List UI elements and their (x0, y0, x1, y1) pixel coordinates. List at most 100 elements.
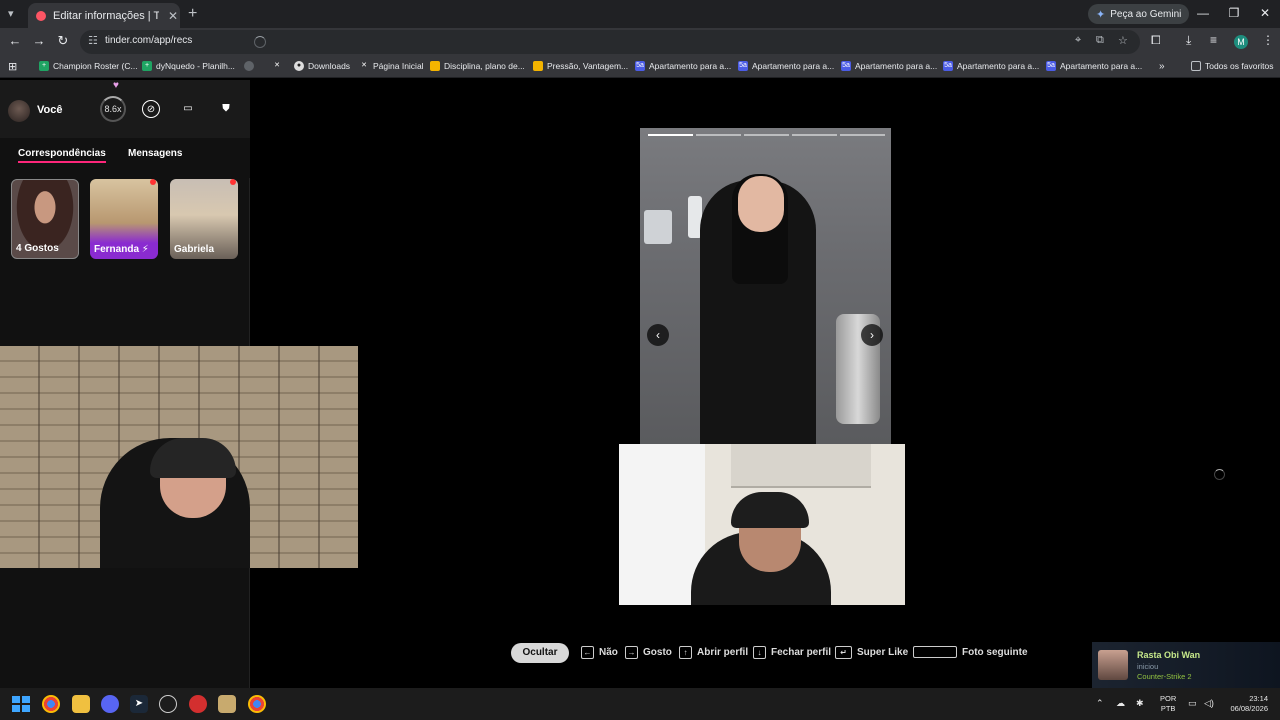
steam-notification[interactable]: Rasta Obi Wan iniciou Counter-Strike 2 (1092, 642, 1280, 688)
next-photo-icon[interactable]: › (861, 324, 883, 346)
close-window-icon[interactable]: ✕ (1255, 6, 1275, 20)
url-text[interactable]: tinder.com/app/recs (105, 35, 192, 46)
bookmark-item[interactable]: 5a Apartamento para a... (1046, 61, 1142, 71)
bookmark-item[interactable]: 5a Apartamento para a... (841, 61, 937, 71)
network-icon[interactable]: ▭ (1188, 698, 1197, 709)
steam-icon[interactable]: ➤ (130, 695, 148, 713)
menu-icon[interactable]: ⋮ (1262, 33, 1274, 47)
new-tab-button[interactable]: + (188, 5, 197, 23)
bookmark-item[interactable]: 5a Apartamento para a... (943, 61, 1039, 71)
enter-key-icon: ↵ (835, 646, 852, 659)
previous-photo-icon[interactable]: ‹ (647, 324, 669, 346)
user-label[interactable]: Você (37, 104, 62, 116)
friend-name: Rasta Obi Wan (1137, 650, 1201, 660)
boost-score[interactable]: 8.6x (100, 96, 126, 122)
file-explorer-icon[interactable] (72, 695, 90, 713)
shield-icon[interactable]: ⛊ (217, 100, 235, 118)
media-icon[interactable]: ≡ (1210, 33, 1217, 47)
windows-taskbar: ➤ ⌃ ☁ ✱ POR PTB ▭ ◁) 23:14 06/08/2026 (0, 688, 1280, 720)
loading-spinner-icon (1214, 469, 1225, 480)
friend-action: iniciou (1137, 662, 1159, 671)
gemini-button[interactable]: ✦ Peça ao Gemini (1088, 4, 1190, 24)
tab-messages[interactable]: Mensagens (128, 148, 182, 159)
windows-start-icon[interactable] (12, 696, 30, 712)
doc-icon (533, 61, 543, 71)
riot-client-icon[interactable] (189, 695, 207, 713)
globe-icon (244, 61, 254, 71)
space-key-icon (913, 646, 957, 658)
bookmark-item[interactable]: Disciplina, plano de... (430, 61, 525, 71)
bookmark-item[interactable]: 5a Apartamento para a... (738, 61, 834, 71)
5a-icon: 5a (841, 61, 851, 71)
obs-icon[interactable] (159, 695, 177, 713)
sidebar-header: Você ♥ 8.6x ⊘ ▭ ⛊ (0, 80, 250, 138)
bluetooth-icon[interactable]: ✱ (1136, 698, 1144, 709)
system-clock[interactable]: 23:14 06/08/2026 (1226, 694, 1268, 714)
bookmark-item[interactable]: ● Downloads (294, 61, 350, 71)
discord-icon[interactable] (101, 695, 119, 713)
match-card[interactable]: Gabriela (170, 179, 238, 259)
chrome-icon[interactable] (248, 695, 266, 713)
shortcut-close-profile: ↓ Fechar perfil (753, 646, 831, 659)
address-bar[interactable]: ☷ tinder.com/app/recs ⌖ ⧉ ☆ (80, 30, 1140, 54)
profile-avatar[interactable]: M (1234, 35, 1248, 49)
bookmark-item[interactable]: 5a Apartamento para a... (635, 61, 731, 71)
location-icon[interactable]: ⌖ (1075, 34, 1081, 47)
bookmark-item[interactable]: ✕ (272, 61, 282, 71)
hide-shortcuts-button[interactable]: Ocultar (511, 643, 569, 663)
reload-icon[interactable]: ↻ (55, 33, 71, 49)
match-card[interactable]: Fernanda ⚡ (90, 179, 158, 259)
folder-icon (1191, 61, 1201, 71)
site-info-icon[interactable]: ☷ (88, 34, 98, 47)
shortcut-super-like: ↵ Super Like (835, 646, 908, 659)
forward-icon[interactable]: → (31, 33, 47, 48)
heart-icon: ♥ (113, 80, 119, 91)
tray-expand-icon[interactable]: ⌃ (1096, 698, 1104, 709)
user-avatar[interactable] (8, 100, 30, 122)
browser-tab[interactable]: Editar informações | Tinder ✕ (28, 3, 180, 28)
download-icon[interactable]: ⤓ (1186, 33, 1191, 48)
tab-title: Editar informações | Tinder (53, 9, 159, 22)
apps-grid-icon[interactable]: ⊞ (8, 60, 17, 73)
doc-icon (430, 61, 440, 71)
bookmark-item[interactable]: + Champion Roster (C... (39, 61, 138, 71)
language-indicator[interactable]: POR PTB (1160, 694, 1176, 714)
gemini-label: Peça ao Gemini (1110, 8, 1182, 20)
minimize-icon[interactable]: — (1193, 6, 1213, 20)
explore-compass-icon[interactable]: ⊘ (142, 100, 160, 118)
x-icon: ✕ (274, 62, 280, 69)
new-badge-icon (150, 179, 156, 185)
volume-icon[interactable]: ◁) (1204, 698, 1214, 709)
bookmark-item[interactable]: ✕ Página Inicial (359, 61, 424, 71)
arrow-down-key-icon: ↓ (753, 646, 766, 659)
restore-icon[interactable]: ❐ (1224, 6, 1244, 20)
sidebar-tabs: Correspondências Mensagens (0, 138, 250, 178)
briefcase-icon[interactable]: ▭ (179, 100, 197, 118)
shortcut-like: → Gosto (625, 646, 672, 659)
league-icon[interactable] (218, 695, 236, 713)
back-icon[interactable]: ← (7, 33, 23, 48)
photo-progress (696, 134, 741, 136)
spreadsheet-icon: + (142, 61, 152, 71)
cloud-icon[interactable]: ☁ (1116, 698, 1125, 709)
profile-photo-card[interactable]: ‹ › (640, 128, 891, 444)
browser-toolbar: ← → ↻ ☷ tinder.com/app/recs ⌖ ⧉ ☆ ⧠ ⤓ ≡ … (0, 28, 1280, 56)
tab-search-icon[interactable]: ▾ (8, 7, 14, 20)
match-card-likes[interactable]: 4 Gostos (11, 179, 79, 259)
bookmark-item[interactable] (244, 61, 254, 71)
install-app-icon[interactable]: ⧉ (1096, 34, 1104, 47)
bookmark-item[interactable]: Pressão, Vantagem... (533, 61, 628, 71)
all-favorites-folder[interactable]: Todos os favoritos (1191, 61, 1274, 71)
chrome-icon[interactable] (42, 695, 60, 713)
bookmark-item[interactable]: + dyNquedo - Planilh... (142, 61, 235, 71)
more-bookmarks-button[interactable]: » (1159, 61, 1165, 72)
tinder-favicon-icon (36, 10, 46, 21)
5a-icon: 5a (1046, 61, 1056, 71)
tab-matches[interactable]: Correspondências (18, 148, 106, 163)
keyboard-shortcuts-bar: Ocultar ← Não → Gosto ↑ Abrir perfil ↓ F… (0, 640, 1280, 666)
extensions-icon[interactable]: ⧠ (1151, 33, 1161, 48)
close-tab-icon[interactable]: ✕ (166, 9, 180, 23)
bookmark-star-icon[interactable]: ☆ (1118, 34, 1128, 47)
github-icon: ● (294, 61, 304, 71)
loading-spinner-icon (254, 36, 266, 48)
